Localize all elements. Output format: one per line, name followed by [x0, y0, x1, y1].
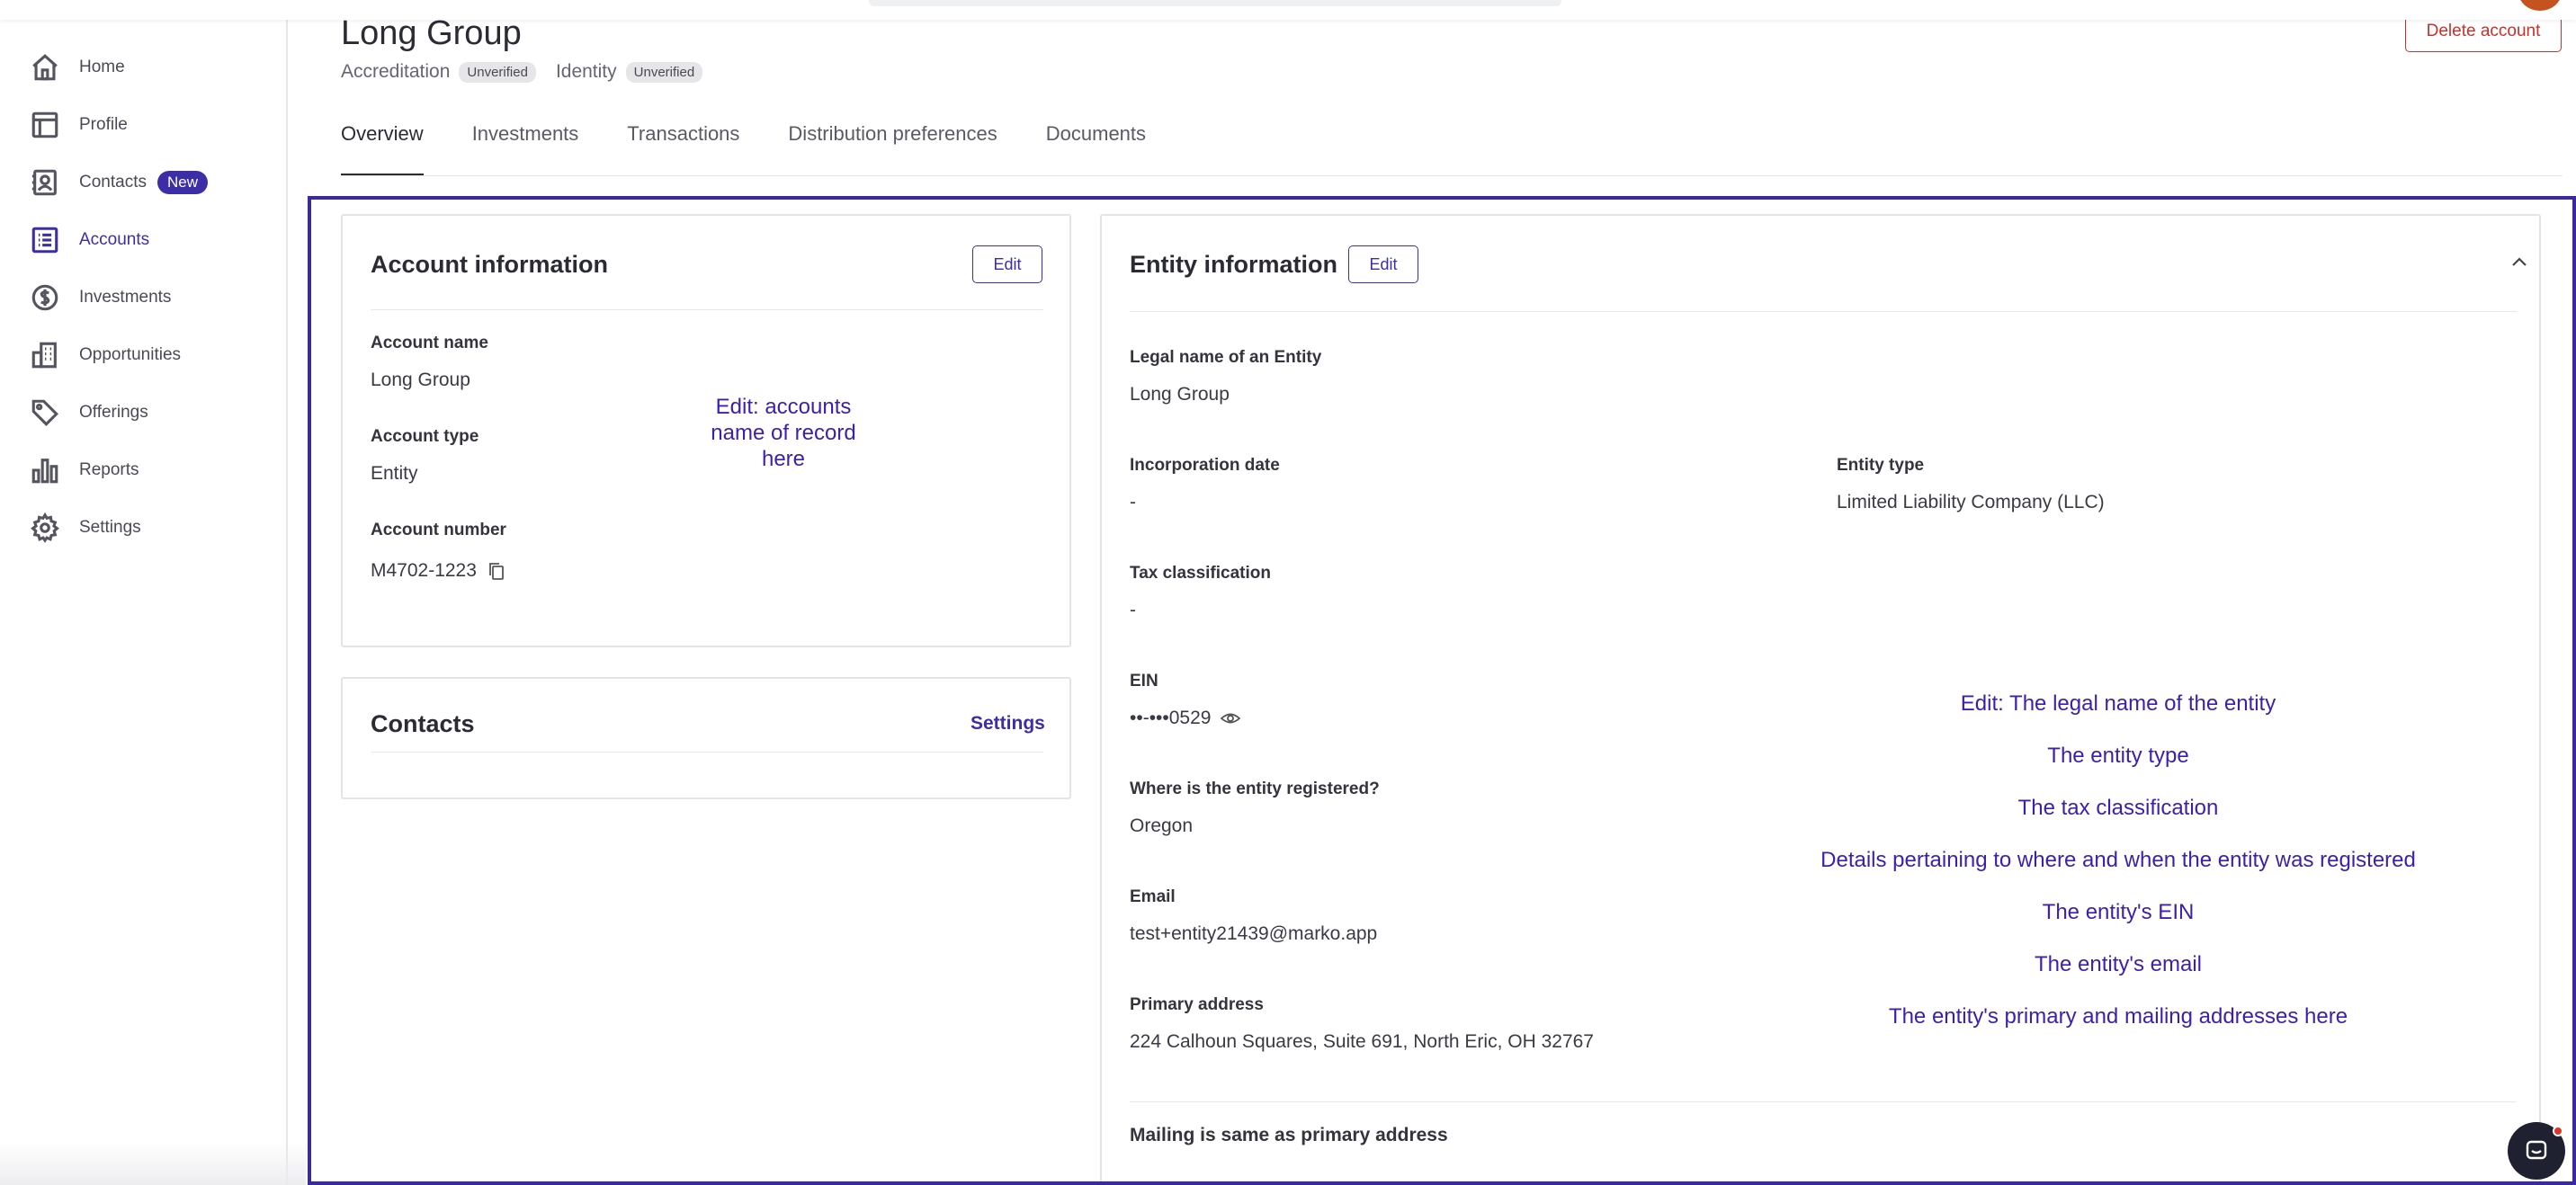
sidebar: Home Profile Contacts New Accounts Inves…: [0, 20, 288, 1185]
sidebar-item-label: Profile: [79, 115, 128, 134]
sidebar-item-reports[interactable]: Reports: [29, 452, 139, 488]
gear-icon: [29, 512, 61, 544]
tag-icon: [29, 396, 61, 429]
tab-investments[interactable]: Investments: [472, 122, 579, 176]
contacts-icon: [29, 166, 61, 199]
tabs-divider: [341, 175, 2563, 176]
bar-chart-icon: [29, 454, 61, 486]
sidebar-item-offerings[interactable]: Offerings: [29, 395, 148, 431]
building-icon: [29, 339, 61, 371]
profile-icon: [29, 109, 61, 141]
highlight-frame: [308, 196, 2576, 1185]
sidebar-item-opportunities[interactable]: Opportunities: [29, 337, 181, 373]
home-icon: [29, 51, 61, 84]
tab-overview[interactable]: Overview: [341, 122, 424, 176]
sidebar-item-investments[interactable]: Investments: [29, 280, 171, 316]
verification-status: Accreditation Unverified Identity Unveri…: [341, 61, 722, 83]
new-badge: New: [157, 171, 208, 194]
search-bar[interactable]: [869, 0, 1561, 6]
sidebar-item-label: Settings: [79, 518, 141, 537]
chat-icon: [2523, 1137, 2550, 1164]
accreditation-label: Accreditation: [341, 61, 451, 82]
tab-transactions[interactable]: Transactions: [627, 122, 739, 176]
accounts-icon: [29, 224, 61, 256]
tab-bar: Overview Investments Transactions Distri…: [341, 122, 1194, 176]
tab-distribution-preferences[interactable]: Distribution preferences: [788, 122, 997, 176]
sidebar-item-label: Contacts: [79, 173, 147, 192]
sidebar-item-label: Opportunities: [79, 345, 182, 364]
sidebar-item-settings[interactable]: Settings: [29, 510, 141, 546]
sidebar-item-label: Accounts: [79, 230, 150, 249]
sidebar-item-label: Offerings: [79, 403, 148, 422]
identity-status-badge: Unverified: [625, 61, 703, 83]
top-bar: [0, 0, 2576, 20]
sidebar-item-contacts[interactable]: Contacts New: [29, 165, 208, 200]
sidebar-item-accounts[interactable]: Accounts: [29, 222, 149, 258]
tab-documents[interactable]: Documents: [1046, 122, 1146, 176]
sidebar-item-home[interactable]: Home: [29, 49, 125, 85]
sidebar-item-profile[interactable]: Profile: [29, 107, 128, 143]
avatar[interactable]: [2518, 0, 2562, 11]
notification-dot: [2553, 1126, 2563, 1136]
sidebar-item-label: Investments: [79, 288, 172, 307]
accreditation-status-badge: Unverified: [459, 61, 536, 83]
sidebar-item-label: Reports: [79, 460, 139, 479]
identity-label: Identity: [555, 61, 617, 82]
chat-launcher-button[interactable]: [2508, 1122, 2565, 1180]
page-title: Long Group: [341, 14, 522, 52]
dollar-icon: [29, 281, 61, 314]
sidebar-item-label: Home: [79, 58, 125, 76]
sidebar-fade: [0, 1142, 306, 1185]
